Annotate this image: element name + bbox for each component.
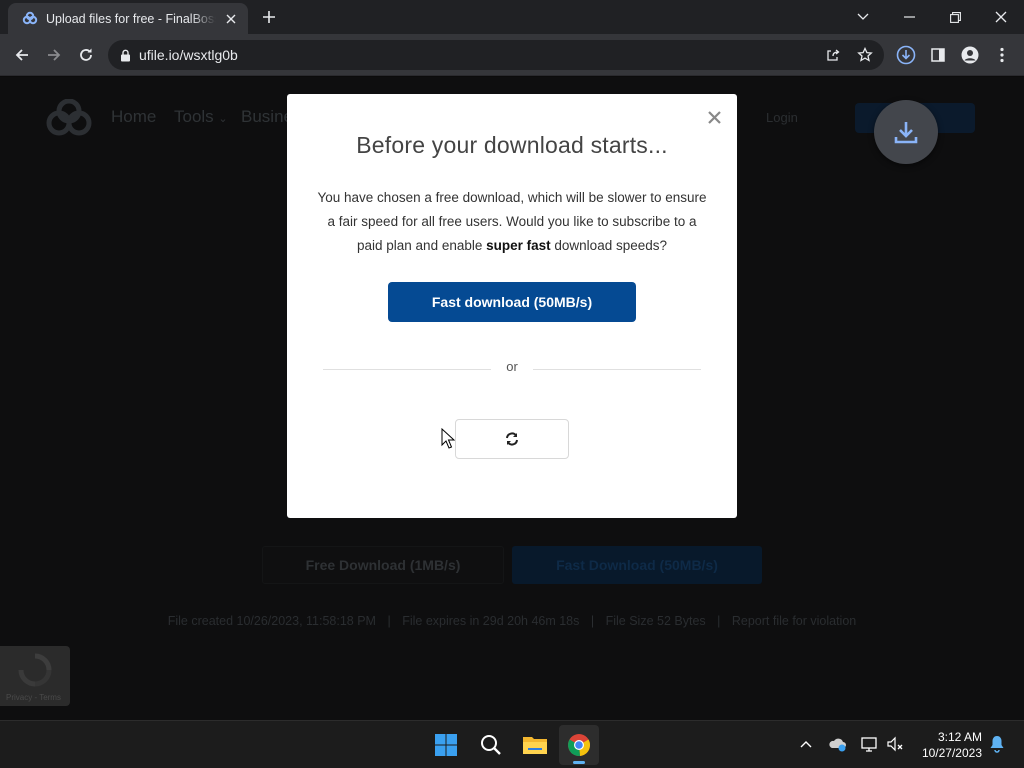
chrome-icon	[567, 734, 591, 757]
recaptcha-text[interactable]: Privacy - Terms	[6, 693, 61, 702]
windows-taskbar: 3:12 AM 10/27/2023	[0, 720, 1024, 768]
meta-separator: |	[590, 614, 595, 628]
side-panel-icon[interactable]	[924, 41, 952, 69]
fast-download-page-button[interactable]: Fast Download (50MB/s)	[512, 546, 762, 584]
back-icon[interactable]	[8, 41, 36, 69]
address-bar[interactable]: ufile.io/wsxtlg0b	[108, 40, 884, 70]
modal-body: You have chosen a free download, which w…	[317, 186, 707, 258]
tab-title: Upload files for free - FinalBoss.b	[46, 11, 217, 26]
browser-tab[interactable]: Upload files for free - FinalBoss.b	[8, 3, 248, 34]
new-tab-button[interactable]	[259, 7, 279, 27]
site-logo-icon[interactable]	[45, 99, 93, 139]
meta-separator: |	[717, 614, 721, 628]
browser-toolbar: ufile.io/wsxtlg0b	[0, 34, 1024, 76]
file-created: File created 10/26/2023, 11:58:18 PM	[167, 614, 376, 628]
search-icon	[481, 735, 501, 755]
file-expires: File expires in 29d 20h 46m 18s	[402, 614, 580, 628]
chrome-taskbar-button[interactable]	[559, 725, 599, 765]
recaptcha-badge[interactable]: Privacy - Terms	[0, 646, 70, 706]
site-favicon-icon	[22, 11, 38, 27]
nav-login[interactable]: Login	[766, 110, 798, 125]
modal-body-text-end: download speeds?	[550, 238, 667, 253]
notification-bell-icon[interactable]	[986, 733, 1008, 755]
modal-close-icon[interactable]	[703, 106, 725, 128]
nav-home[interactable]: Home	[111, 107, 156, 127]
clock-time: 3:12 AM	[937, 730, 982, 744]
reload-icon[interactable]	[72, 41, 100, 69]
bookmark-star-icon[interactable]	[856, 46, 874, 64]
refresh-spinner-icon	[506, 432, 518, 446]
onedrive-icon[interactable]	[827, 733, 849, 755]
tab-strip: Upload files for free - FinalBoss.b	[0, 0, 1024, 34]
close-window-icon[interactable]	[978, 0, 1024, 34]
nav-tools-label: Tools	[174, 107, 214, 126]
volume-muted-icon[interactable]	[884, 733, 906, 755]
modal-title: Before your download starts...	[356, 132, 668, 158]
forward-icon[interactable]	[40, 41, 68, 69]
or-separator: or	[506, 359, 518, 374]
file-size: File Size 52 Bytes	[605, 614, 706, 628]
free-download-loading-button[interactable]	[455, 419, 569, 459]
url-text: ufile.io/wsxtlg0b	[139, 47, 238, 63]
download-modal: Before your download starts... You have …	[287, 94, 737, 518]
divider-right	[533, 369, 701, 370]
chevron-down-icon: ⌄	[218, 113, 228, 125]
mouse-cursor-icon	[441, 428, 455, 450]
download-arrow-icon	[894, 122, 918, 144]
windows-logo-icon	[435, 734, 457, 756]
lock-icon[interactable]	[120, 49, 131, 62]
tab-search-icon[interactable]	[840, 0, 886, 34]
divider-left	[323, 369, 491, 370]
system-clock[interactable]: 3:12 AM 10/27/2023	[912, 729, 982, 761]
active-indicator	[573, 761, 585, 764]
profile-icon[interactable]	[956, 41, 984, 69]
network-icon[interactable]	[859, 733, 881, 755]
nav-tools[interactable]: Tools ⌄	[174, 107, 228, 127]
report-link[interactable]: Report file for violation	[732, 614, 856, 628]
start-button[interactable]	[426, 725, 466, 765]
menu-kebab-icon[interactable]	[988, 41, 1016, 69]
file-meta: File created 10/26/2023, 11:58:18 PM | F…	[0, 614, 1024, 628]
nav-business[interactable]: Busine	[241, 107, 293, 127]
clock-date: 10/27/2023	[921, 746, 982, 760]
free-download-button[interactable]: Free Download (1MB/s)	[262, 546, 504, 584]
search-button[interactable]	[471, 725, 511, 765]
tab-close-icon[interactable]	[222, 10, 240, 28]
recaptcha-icon	[18, 653, 52, 687]
file-explorer-button[interactable]	[515, 725, 555, 765]
downloads-icon[interactable]	[892, 41, 920, 69]
fast-download-button[interactable]: Fast download (50MB/s)	[388, 282, 636, 322]
minimize-icon[interactable]	[886, 0, 932, 34]
share-icon[interactable]	[824, 46, 842, 64]
meta-separator: |	[387, 614, 391, 628]
folder-icon	[523, 737, 547, 754]
download-fab-button[interactable]	[874, 100, 938, 164]
tray-overflow-icon[interactable]	[795, 733, 817, 755]
restore-icon[interactable]	[932, 0, 978, 34]
modal-body-bold: super fast	[486, 238, 551, 253]
